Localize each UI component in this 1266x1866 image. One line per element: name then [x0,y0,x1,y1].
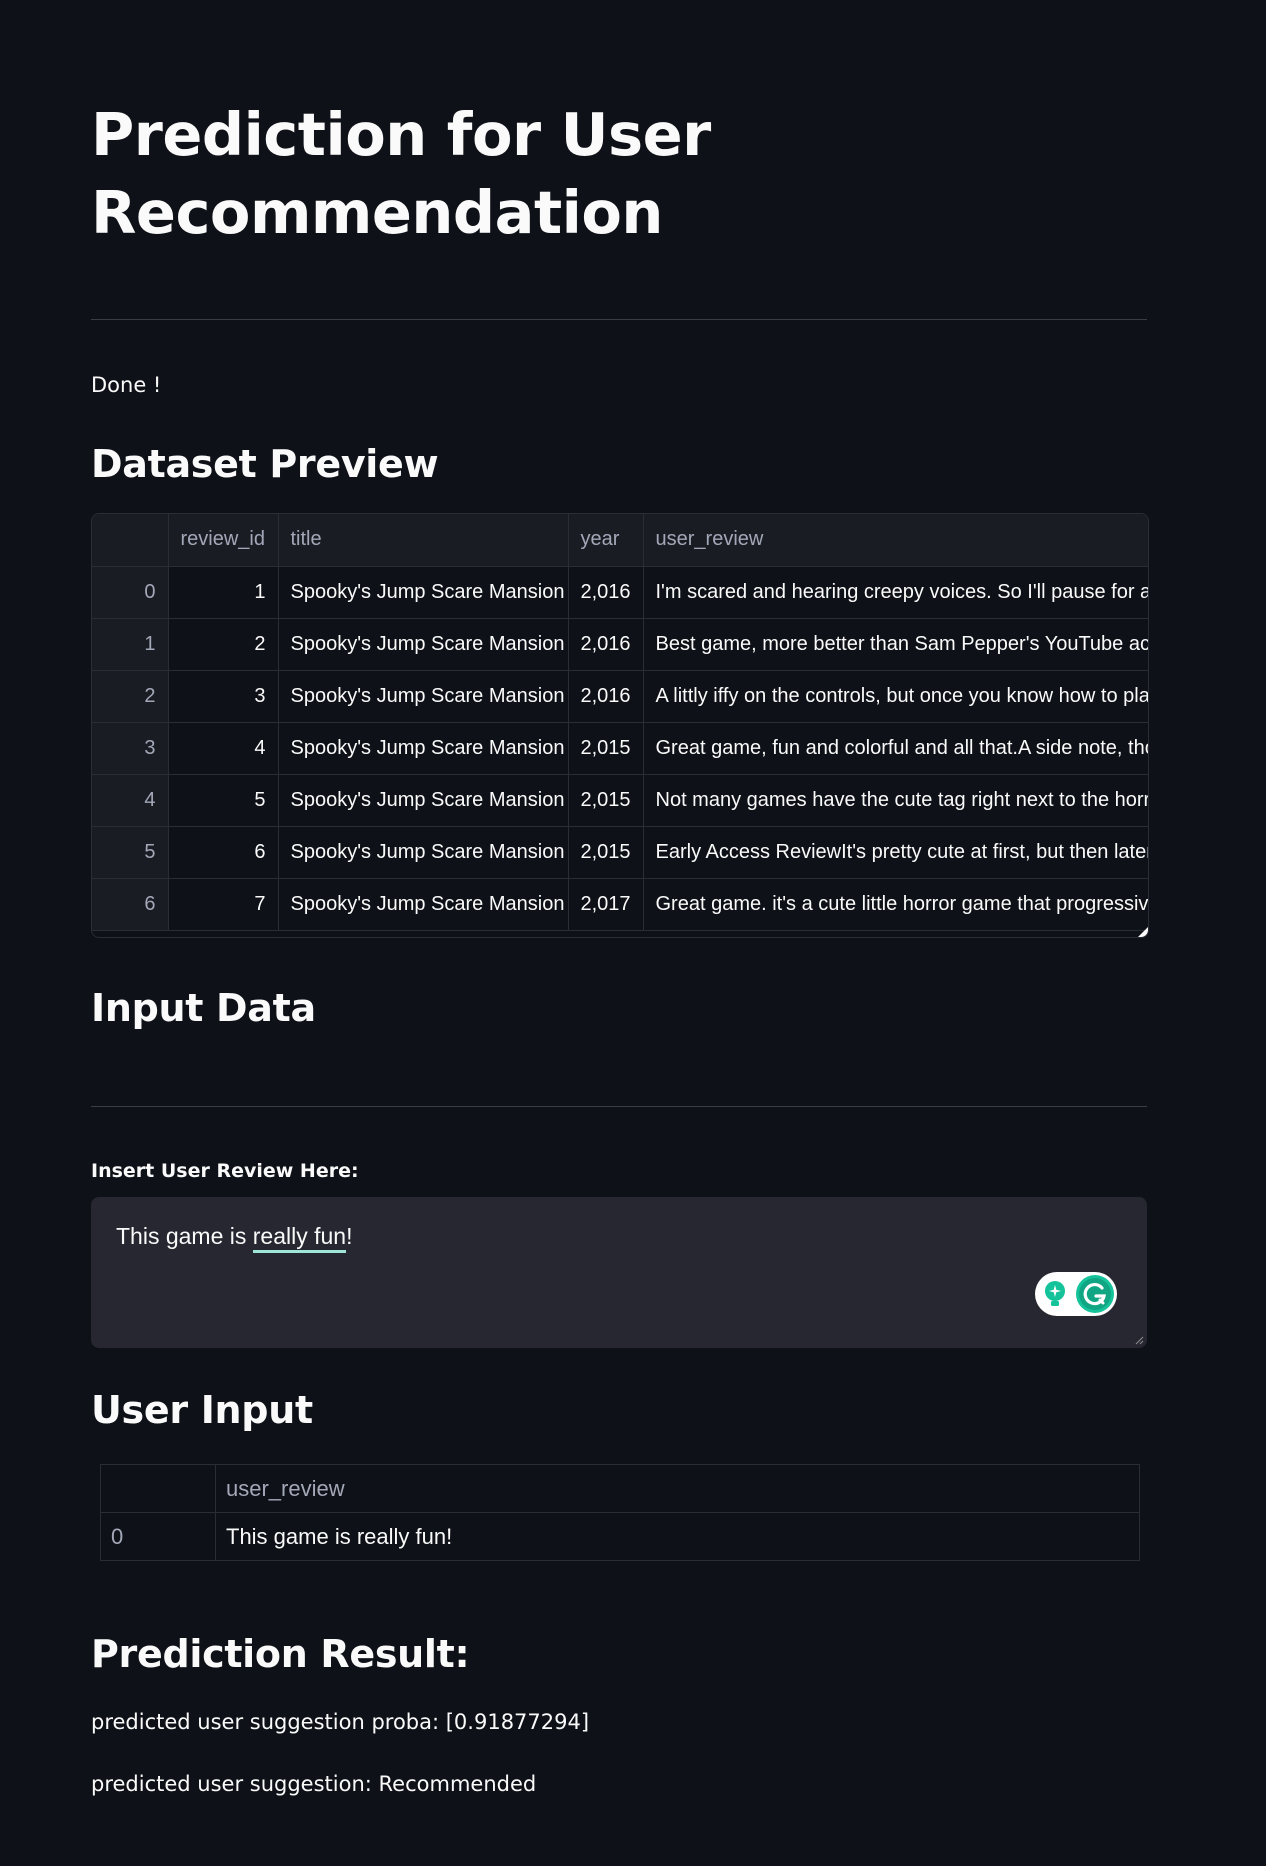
row-index: 6 [92,878,169,931]
dataset-preview-heading: Dataset Preview [91,442,439,486]
user-input-heading: User Input [91,1388,313,1432]
cell-year[interactable]: 2,015 [568,826,644,879]
cell-review-id[interactable]: 5 [168,774,279,827]
cell-review-id[interactable]: 4 [168,722,279,775]
index-column-header[interactable] [92,514,169,567]
column-header-title[interactable]: title [278,514,569,567]
cell-user-review[interactable]: Not many games have the cute tag right n… [643,774,1148,827]
row-index: 2 [92,670,169,723]
review-input-label: Insert User Review Here: [91,1160,359,1182]
cell-review-id[interactable]: 7 [168,878,279,931]
table-row: 6 7 Spooky's Jump Scare Mansion 2,017 Gr… [92,878,1148,931]
row-index: 4 [92,774,169,827]
cell-user-review: This game is really fun! [215,1512,1140,1561]
page-title: Prediction for User Recommendation [91,100,711,247]
cell-title[interactable]: Spooky's Jump Scare Mansion [278,826,569,879]
dataframe-resize-handle[interactable] [1138,927,1148,937]
cell-user-review[interactable]: Great game. it's a cute little horror ga… [643,878,1148,931]
status-text: Done ! [91,373,162,397]
text-segment: This game is [116,1223,253,1249]
cell-review-id[interactable]: 2 [168,618,279,671]
row-index: 5 [92,826,169,879]
input-data-heading: Input Data [91,986,316,1030]
cell-title[interactable]: Spooky's Jump Scare Mansion [278,774,569,827]
cell-title[interactable]: Spooky's Jump Scare Mansion [278,878,569,931]
cell-year[interactable]: 2,016 [568,566,644,619]
row-index: 1 [92,618,169,671]
index-column-header [100,1464,216,1513]
cell-year[interactable]: 2,015 [568,774,644,827]
table-row: 0 This game is really fun! [100,1512,1140,1561]
table-row: 4 5 Spooky's Jump Scare Mansion 2,015 No… [92,774,1148,827]
cell-year[interactable]: 2,016 [568,618,644,671]
cell-review-id[interactable]: 6 [168,826,279,879]
lightbulb-icon[interactable] [1041,1279,1069,1309]
cell-title[interactable]: Spooky's Jump Scare Mansion [278,670,569,723]
cell-user-review[interactable]: I'm scared and hearing creepy voices. So… [643,566,1148,619]
cell-year[interactable]: 2,015 [568,722,644,775]
column-header-year[interactable]: year [568,514,644,567]
row-index: 3 [92,722,169,775]
row-index: 0 [92,566,169,619]
cell-title[interactable]: Spooky's Jump Scare Mansion [278,566,569,619]
cell-user-review[interactable]: A littly iffy on the controls, but once … [643,670,1148,723]
grammar-suggestion-underline[interactable]: really fun [252,1223,347,1253]
prediction-suggestion-text: predicted user suggestion: Recommended [91,1772,537,1796]
prediction-result-heading: Prediction Result: [91,1632,470,1676]
table-row: 1 2 Spooky's Jump Scare Mansion 2,016 Be… [92,618,1148,671]
grammarly-g-icon[interactable] [1075,1274,1115,1314]
table-header-row: user_review [100,1464,1140,1513]
cell-year[interactable]: 2,017 [568,878,644,931]
review-textarea[interactable]: This game is really fun! [91,1197,1147,1348]
table-row: 2 3 Spooky's Jump Scare Mansion 2,016 A … [92,670,1148,723]
cell-review-id[interactable]: 1 [168,566,279,619]
table-row: 0 1 Spooky's Jump Scare Mansion 2,016 I'… [92,566,1148,619]
divider [91,1106,1147,1107]
column-header-user-review: user_review [215,1464,1140,1513]
cell-review-id[interactable]: 3 [168,670,279,723]
divider [91,319,1147,320]
cell-title[interactable]: Spooky's Jump Scare Mansion [278,618,569,671]
column-header-review-id[interactable]: review_id [168,514,279,567]
cell-user-review[interactable]: Great game, fun and colorful and all tha… [643,722,1148,775]
cell-user-review[interactable]: Early Access ReviewIt's pretty cute at f… [643,826,1148,879]
cell-title[interactable]: Spooky's Jump Scare Mansion [278,722,569,775]
textarea-resize-icon[interactable] [1134,1335,1144,1345]
grammarly-widget[interactable] [1035,1272,1117,1316]
text-segment: ! [346,1223,353,1249]
cell-user-review[interactable]: Best game, more better than Sam Pepper's… [643,618,1148,671]
dataframe-header-row: review_id title year user_review [92,514,1148,567]
column-header-user-review[interactable]: user_review [643,514,1148,567]
cell-year[interactable]: 2,016 [568,670,644,723]
prediction-proba-text: predicted user suggestion proba: [0.9187… [91,1710,590,1734]
user-input-table: user_review 0 This game is really fun! [100,1464,1140,1561]
table-row: 5 6 Spooky's Jump Scare Mansion 2,015 Ea… [92,826,1148,879]
table-row: 3 4 Spooky's Jump Scare Mansion 2,015 Gr… [92,722,1148,775]
row-index: 0 [100,1512,216,1561]
review-textarea-value[interactable]: This game is really fun! [116,1223,352,1253]
dataset-dataframe[interactable]: review_id title year user_review 0 1 Spo… [91,513,1149,938]
